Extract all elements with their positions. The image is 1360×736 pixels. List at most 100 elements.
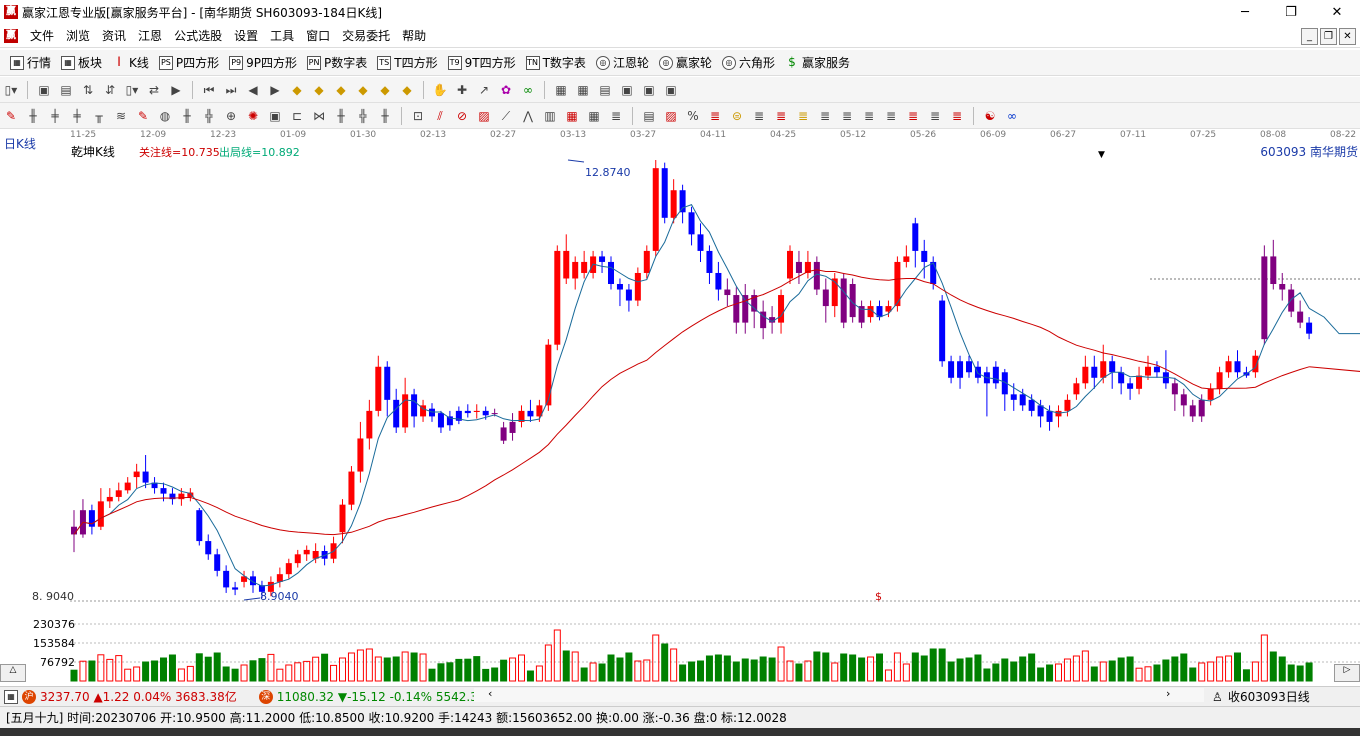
scroll-left-icon[interactable]: ‹	[488, 687, 492, 700]
menu-gann[interactable]: 江恩	[132, 27, 168, 44]
calc-icon[interactable]: ▦	[575, 82, 591, 98]
hand-icon[interactable]: ✋	[432, 82, 448, 98]
compare-icon[interactable]: ⇄	[146, 82, 162, 98]
crosshair-icon[interactable]: ✚	[454, 82, 470, 98]
levels4-icon[interactable]: ≣	[817, 108, 833, 124]
alert-icon[interactable]: ▣	[663, 82, 679, 98]
toolbar-kline[interactable]: ┃ K线	[112, 54, 149, 71]
back-icon[interactable]: ◀	[245, 82, 261, 98]
mdi-minimize-button[interactable]: _	[1301, 28, 1318, 45]
candle-icon[interactable]: ⇵	[102, 82, 118, 98]
ratio-icon[interactable]: ≣	[707, 108, 723, 124]
levels10-icon[interactable]: ≣	[949, 108, 965, 124]
forward-icon[interactable]: ▶	[267, 82, 283, 98]
link-icon[interactable]: ∞	[520, 82, 536, 98]
zoom-out-icon[interactable]: ◆	[311, 82, 327, 98]
first-icon[interactable]: ⏮	[201, 82, 217, 98]
minimize-button[interactable]: ─	[1222, 0, 1268, 24]
ruler-icon[interactable]: ▤	[641, 108, 657, 124]
printer-icon[interactable]: ▣	[641, 82, 657, 98]
menu-tools[interactable]: 工具	[264, 27, 300, 44]
scroll-right-icon[interactable]: ›	[1166, 687, 1170, 700]
angle-icon[interactable]: ✎	[135, 108, 151, 124]
stack-icon[interactable]: ▦	[586, 108, 602, 124]
toolbar-hexagon[interactable]: ◎ 六角形	[721, 54, 775, 71]
mdi-close-button[interactable]: ✕	[1339, 28, 1356, 45]
grid-icon[interactable]: ╪	[69, 108, 85, 124]
toolbar-9p-square[interactable]: P9 9P四方形	[229, 54, 297, 71]
comb-icon[interactable]: ╥	[91, 108, 107, 124]
levels6-icon[interactable]: ≣	[861, 108, 877, 124]
time-icon[interactable]: ╫	[333, 108, 349, 124]
cycle-icon[interactable]: ╬	[355, 108, 371, 124]
menu-browse[interactable]: 浏览	[60, 27, 96, 44]
levels-icon[interactable]: ≣	[751, 108, 767, 124]
levels2-icon[interactable]: ≣	[773, 108, 789, 124]
bars-icon[interactable]: ╫	[25, 108, 41, 124]
bell-icon[interactable]: ♙	[1212, 690, 1223, 704]
levels7-icon[interactable]: ≣	[883, 108, 899, 124]
toolbar-t-table[interactable]: TN T数字表	[525, 54, 586, 71]
toolbar-quotes[interactable]: ▦ 行情	[10, 54, 51, 71]
split-icon[interactable]: ╬	[201, 108, 217, 124]
target-icon[interactable]: ⊕	[223, 108, 239, 124]
toolbar-winner-wheel[interactable]: ◎ 赢家轮	[658, 54, 712, 71]
wave-icon[interactable]: ≋	[113, 108, 129, 124]
toolbar-p-table[interactable]: PN P数字表	[307, 54, 367, 71]
period-select-icon[interactable]: ▯▾	[3, 82, 19, 98]
horizontal-scrollbar[interactable]: ‹ ›	[474, 687, 1204, 702]
levels5-icon[interactable]: ≣	[839, 108, 855, 124]
kline-chart[interactable]: 日K线 乾坤K线 关注线=10.735 出局线=10.892 603093 南华…	[0, 128, 1360, 686]
arc-icon[interactable]: ⊏	[289, 108, 305, 124]
toolbar-9t-square[interactable]: T9 9T四方形	[447, 54, 516, 71]
menu-info[interactable]: 资讯	[96, 27, 132, 44]
shift-right-icon[interactable]: ◆	[355, 82, 371, 98]
lines-icon[interactable]: ╫	[377, 108, 393, 124]
maximize-button[interactable]: ❐	[1268, 0, 1314, 24]
zigzag-icon[interactable]: ⟋	[498, 108, 514, 124]
square-icon[interactable]: ▣	[267, 108, 283, 124]
bar-type-icon[interactable]: ▯▾	[124, 82, 140, 98]
slash-icon[interactable]: ⊘	[454, 108, 470, 124]
shift-left-icon[interactable]: ◆	[333, 82, 349, 98]
percent-icon[interactable]: %	[685, 108, 701, 124]
gold-icon[interactable]: ⊜	[729, 108, 745, 124]
zoom-in-icon[interactable]: ◆	[289, 82, 305, 98]
copy-icon[interactable]: ▤	[58, 82, 74, 98]
diag-icon[interactable]: ⫽	[432, 108, 448, 124]
toolbar-gann-wheel[interactable]: ◎ 江恩轮	[595, 54, 649, 71]
scroll-up-button[interactable]: △	[0, 664, 26, 682]
toolbar-sector[interactable]: ▦ 板块	[61, 54, 102, 71]
spiral-icon[interactable]: ✺	[245, 108, 261, 124]
layout-icon[interactable]: ▣	[36, 82, 52, 98]
menu-window[interactable]: 窗口	[300, 27, 336, 44]
pen-icon[interactable]: ✎	[3, 108, 19, 124]
grid-icon[interactable]: ▦	[4, 689, 18, 704]
gift-icon[interactable]: ✿	[498, 82, 514, 98]
menu-settings[interactable]: 设置	[228, 27, 264, 44]
parallel-icon[interactable]: ╫	[179, 108, 195, 124]
mdi-restore-button[interactable]: ❐	[1320, 28, 1337, 45]
fib-icon[interactable]: ⋈	[311, 108, 327, 124]
scroll-right-button[interactable]: ▷	[1334, 664, 1360, 682]
yinyang-icon[interactable]: ☯	[982, 108, 998, 124]
line-tool-icon[interactable]: ↗	[476, 82, 492, 98]
levels3-icon[interactable]: ≣	[795, 108, 811, 124]
chip-icon[interactable]: ▶	[168, 82, 184, 98]
menu-help[interactable]: 帮助	[396, 27, 432, 44]
ladder-icon[interactable]: ≣	[608, 108, 624, 124]
calendar-icon[interactable]: ▦	[553, 82, 569, 98]
toolbar-p-square[interactable]: PS P四方形	[158, 54, 219, 71]
circle-icon[interactable]: ◍	[157, 108, 173, 124]
save-icon[interactable]: ▣	[619, 82, 635, 98]
shrink-icon[interactable]: ◆	[399, 82, 415, 98]
menu-trade[interactable]: 交易委托	[336, 27, 396, 44]
report-icon[interactable]: ▤	[597, 82, 613, 98]
table-icon[interactable]: ▦	[564, 108, 580, 124]
bars2-icon[interactable]: ▥	[542, 108, 558, 124]
chart-style-icon[interactable]: ⇅	[80, 82, 96, 98]
fan-icon[interactable]: ╪	[47, 108, 63, 124]
toolbar-t-square[interactable]: TS T四方形	[377, 54, 438, 71]
menu-formula[interactable]: 公式选股	[168, 27, 228, 44]
menu-file[interactable]: 文件	[24, 27, 60, 44]
